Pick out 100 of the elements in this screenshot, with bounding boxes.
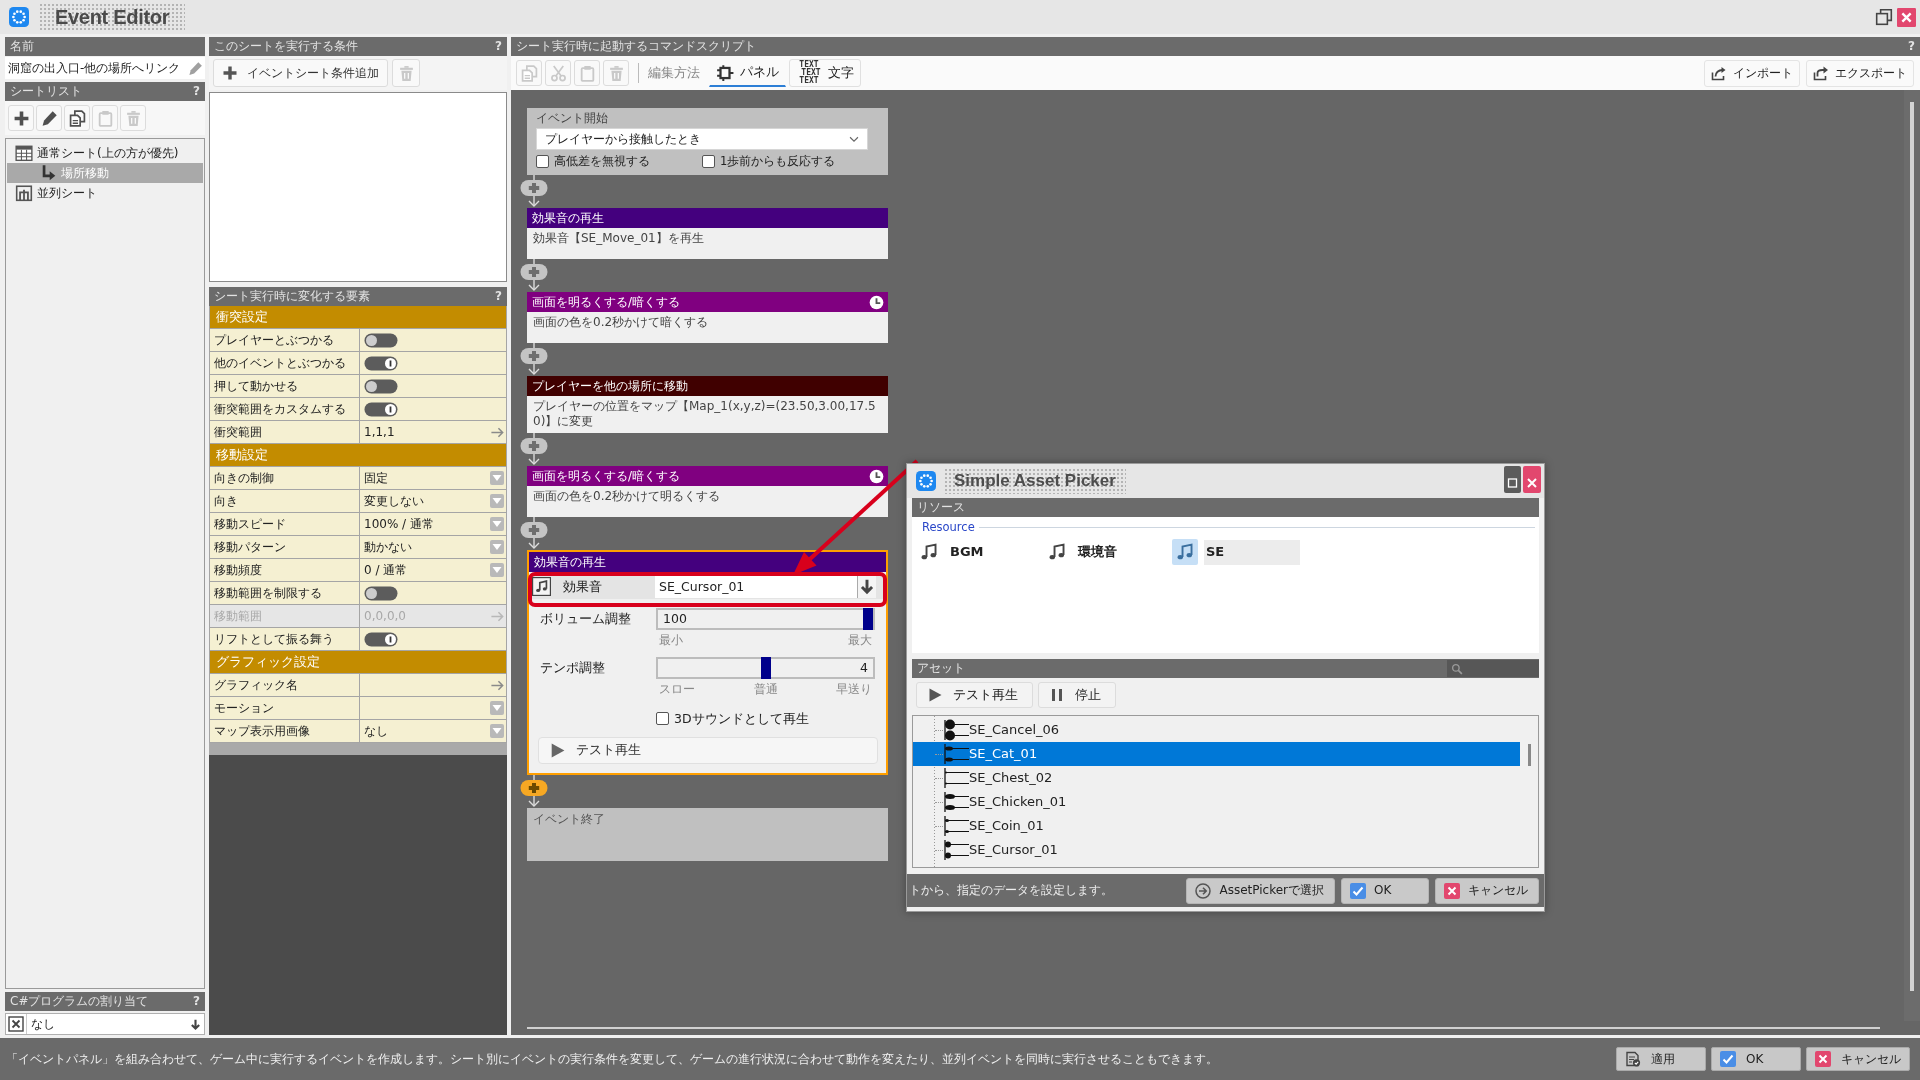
import-button[interactable]: インポート — [1704, 59, 1800, 87]
sound-dropdown[interactable]: SE_Cursor_01 — [655, 575, 876, 598]
checkbox[interactable] — [702, 154, 715, 168]
checkmark-icon — [1350, 882, 1366, 899]
resource-item[interactable]: 環境音 — [1044, 539, 1172, 566]
slider-thumb[interactable] — [760, 657, 771, 679]
toggle-switch[interactable] — [364, 355, 398, 371]
asset-item[interactable]: SE_Chest_02 — [913, 766, 1520, 790]
stop-button[interactable]: 停止 — [1038, 682, 1116, 708]
help-button[interactable]: ? — [193, 84, 200, 99]
clock-icon — [869, 294, 884, 310]
dropdown-field[interactable]: 動かない — [364, 536, 505, 558]
dropdown-icon — [489, 562, 505, 578]
toggle-switch[interactable] — [364, 401, 398, 417]
edit-button[interactable] — [36, 105, 62, 131]
tree-item[interactable]: 通常シート(上の方が優先) — [7, 143, 203, 163]
property-label: 移動スピード — [214, 516, 286, 532]
add-button[interactable] — [8, 105, 34, 131]
dropdown-field[interactable]: なし — [364, 720, 505, 742]
section-heading: 移動設定 — [210, 444, 506, 467]
add-step-icon[interactable] — [520, 259, 548, 292]
command-title: プレイヤーを他の場所に移動 — [532, 378, 688, 394]
status-message: 「イベントパネル」を組み合わせて、ゲーム中に実行するイベントを作成します。シート別にイベントの実行条件を変更して、ゲームの進行状況に合わせて動作を変えたり、並列イベントを同時に実行させることもできます。 — [6, 1051, 1218, 1067]
copy-button[interactable] — [64, 105, 90, 131]
name-field[interactable]: 洞窟の出入口-他の場所へリンク — [5, 57, 205, 79]
command-panel[interactable]: プレイヤーを他の場所に移動 プレイヤーの位置をマップ【Map_1(x,y,z)=(23.50,3.00,17.50)】に変更 — [527, 376, 888, 433]
add-condition-button[interactable]: イベントシート条件追加 — [213, 59, 388, 87]
add-step-icon[interactable] — [520, 517, 548, 550]
asset-item[interactable]: SE_Cancel_06 — [913, 718, 1520, 742]
field-label: 効果音 — [563, 578, 602, 594]
apply-button[interactable]: 適用 — [1616, 1047, 1706, 1071]
scale-label: 普通 — [753, 682, 778, 697]
command-panel[interactable]: 画面を明るくする/暗くする 画面の色を0.2秒かけて明るくする — [527, 466, 888, 517]
search-field[interactable] — [1447, 660, 1539, 677]
scale-label: 最小 — [659, 633, 683, 648]
volume-slider[interactable]: 100 — [656, 608, 875, 630]
help-button[interactable]: ? — [495, 289, 502, 304]
command-panel[interactable]: 効果音の再生 効果音【SE_Move_01】を再生 — [527, 208, 888, 259]
add-step-icon[interactable] — [520, 774, 548, 808]
dropdown-icon — [489, 723, 505, 739]
toggle-switch[interactable] — [364, 378, 398, 394]
export-button[interactable]: エクスポート — [1806, 59, 1914, 87]
ok-button[interactable]: OK — [1711, 1047, 1801, 1071]
music-note-icon — [1172, 539, 1198, 566]
close-icon[interactable] — [1897, 7, 1916, 27]
cancel-button[interactable]: キャンセル — [1435, 877, 1539, 904]
dropdown-field[interactable]: 0 / 通常 — [364, 559, 505, 581]
panel-title: C#プログラムの割り当て — [10, 994, 149, 1009]
restore-icon[interactable] — [1875, 8, 1893, 26]
checkbox-label: 1歩前からも反応する — [720, 154, 836, 169]
add-step-icon[interactable] — [520, 175, 548, 208]
down-arrow-icon — [857, 575, 876, 598]
waveform-icon — [943, 743, 969, 765]
vertical-scrollbar[interactable] — [1904, 90, 1920, 1021]
slider-thumb[interactable] — [863, 608, 873, 630]
checkbox[interactable] — [536, 154, 549, 168]
maximize-icon[interactable] — [1504, 466, 1521, 493]
panel-title: 名前 — [10, 39, 34, 54]
panel-title: イベント終了 — [533, 811, 605, 826]
section-heading: 衝突設定 — [210, 306, 506, 329]
command-panel[interactable]: 画面を明るくする/暗くする 画面の色を0.2秒かけて暗くする — [527, 292, 888, 343]
property-label: 衝突範囲をカスタムする — [214, 401, 346, 417]
dropdown-field[interactable]: 変更しない — [364, 490, 505, 512]
copy-icon — [68, 109, 86, 127]
resource-item[interactable]: BGM — [916, 539, 1044, 566]
clear-icon[interactable] — [8, 1016, 24, 1032]
property-label: 移動頻度 — [214, 562, 262, 578]
link-field[interactable]: 1,1,1 — [364, 421, 505, 443]
test-play-button[interactable]: テスト再生 — [538, 736, 878, 764]
asset-item[interactable]: SE_Cursor_01 — [913, 838, 1520, 862]
hint-text: トから、指定のデータを設定します。 — [909, 883, 1113, 898]
checkbox[interactable] — [656, 712, 669, 726]
dropdown-field[interactable]: 固定 — [364, 467, 505, 489]
asset-item[interactable]: SE_Cat_01 — [913, 742, 1520, 766]
asset-item[interactable]: SE_Chicken_01 — [913, 790, 1520, 814]
dropdown-icon — [489, 539, 505, 555]
tree-item[interactable]: 並列シート — [7, 183, 203, 203]
help-button[interactable]: ? — [193, 994, 200, 1009]
tempo-slider[interactable]: 4 — [656, 657, 875, 679]
asset-picker-select-button[interactable]: AssetPickerで選択 — [1186, 877, 1335, 904]
help-button[interactable]: ? — [1908, 39, 1915, 54]
help-button[interactable]: ? — [495, 39, 502, 54]
toggle-switch[interactable] — [364, 631, 398, 647]
import-icon — [1711, 65, 1727, 81]
search-icon — [1451, 662, 1463, 675]
add-step-icon[interactable] — [520, 343, 548, 376]
test-play-button[interactable]: テスト再生 — [916, 682, 1033, 708]
ok-button[interactable]: OK — [1341, 877, 1429, 904]
dropdown-icon — [489, 700, 505, 716]
close-icon[interactable] — [1523, 466, 1541, 493]
command-description: 画面の色を0.2秒かけて明るくする — [533, 489, 721, 503]
dropdown-field[interactable]: 100% / 通常 — [364, 513, 505, 535]
cancel-button[interactable]: キャンセル — [1806, 1047, 1910, 1071]
toggle-switch[interactable] — [364, 585, 398, 601]
slider-value: 100 — [663, 611, 687, 627]
trigger-dropdown[interactable]: プレイヤーから接触したとき — [536, 128, 868, 150]
toggle-switch[interactable] — [364, 332, 398, 348]
asset-item[interactable]: SE_Coin_01 — [913, 814, 1520, 838]
add-step-icon[interactable] — [520, 433, 548, 466]
plus-icon — [12, 109, 30, 127]
